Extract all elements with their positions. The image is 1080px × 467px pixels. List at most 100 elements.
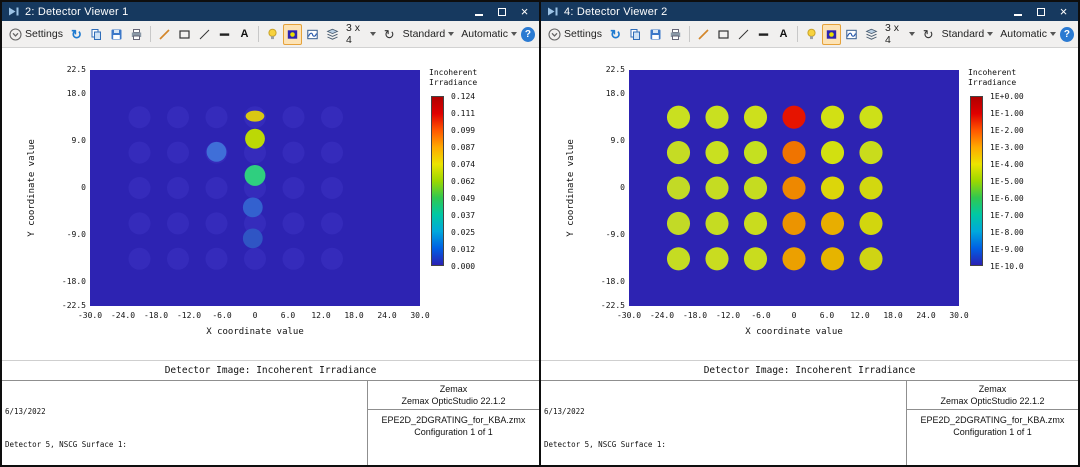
detector-info: 6/13/2022 Detector 5, NSCG Surface 1: Si… xyxy=(2,381,367,465)
print-button[interactable] xyxy=(666,24,685,45)
detector-spot xyxy=(744,176,767,199)
y-tick: 22.5 xyxy=(581,65,625,74)
grid-size-dropdown[interactable]: 3 x 4 xyxy=(882,24,918,45)
x-axis-label: X coordinate value xyxy=(745,327,843,337)
detector-spot xyxy=(744,106,767,129)
layers-icon xyxy=(326,28,339,41)
cross-section-toggle[interactable] xyxy=(842,24,861,45)
colorbar-label: 0.087 xyxy=(451,143,475,152)
footer: 6/13/2022 Detector 5, NSCG Surface 1: Si… xyxy=(2,381,539,465)
draw-text-tool[interactable]: A xyxy=(235,24,254,45)
colorbar-title-line2: Irradiance xyxy=(429,78,477,88)
x-tick: -30.0 xyxy=(617,311,641,320)
detector-spot xyxy=(321,177,343,199)
grid-size-label: 3 x 4 xyxy=(885,22,906,46)
layers-button[interactable] xyxy=(323,24,342,45)
zoom-dropdown[interactable]: Automatic xyxy=(997,24,1059,45)
minimize-button[interactable] xyxy=(1008,4,1027,19)
x-tick: 12.0 xyxy=(311,311,330,320)
draw-line-tool[interactable] xyxy=(694,24,713,45)
plot-region: Y coordinate value 22.518.09.00-9.0-18.0… xyxy=(2,48,539,360)
detector-spot xyxy=(667,247,690,270)
rotate-button[interactable]: ↻ xyxy=(380,24,399,45)
print-icon xyxy=(130,28,143,41)
colorbar-label: 1E-7.00 xyxy=(990,211,1024,220)
diagonal-line-icon xyxy=(198,28,211,41)
plot-caption: Detector Image: Incoherent Irradiance xyxy=(541,360,1078,381)
scale-dropdown[interactable]: Standard xyxy=(400,24,458,45)
close-button[interactable]: × xyxy=(515,4,534,19)
colorbar-label: 0.074 xyxy=(451,160,475,169)
window-titlebar[interactable]: 2: Detector Viewer 1 × xyxy=(2,2,539,21)
draw-dash-tool[interactable] xyxy=(754,24,773,45)
save-button[interactable] xyxy=(646,24,665,45)
detector-image[interactable] xyxy=(90,70,420,306)
colorbar-label: 0.111 xyxy=(451,109,475,118)
false-color-icon xyxy=(825,28,838,41)
restore-button[interactable] xyxy=(1031,4,1050,19)
copy-button[interactable] xyxy=(87,24,106,45)
colorbar-title-line1: Incoherent xyxy=(429,68,477,78)
print-icon xyxy=(669,28,682,41)
colorbar-title-line2: Irradiance xyxy=(968,78,1016,88)
close-button[interactable]: × xyxy=(1054,4,1073,19)
footer-detector-line: Detector 5, NSCG Surface 1: xyxy=(5,439,364,450)
toolbar-separator xyxy=(258,26,259,42)
text-tool-icon: A xyxy=(779,28,787,40)
y-tick: 9.0 xyxy=(42,136,86,145)
cross-section-toggle[interactable] xyxy=(303,24,322,45)
detector-spot xyxy=(782,106,805,129)
colorbar-label: 1E-5.00 xyxy=(990,177,1024,186)
detector-spot xyxy=(243,228,263,248)
x-tick: 24.0 xyxy=(377,311,396,320)
x-tick: 30.0 xyxy=(410,311,429,320)
thick-dash-icon xyxy=(757,28,770,41)
copy-button[interactable] xyxy=(626,24,645,45)
false-color-toggle[interactable] xyxy=(822,24,841,45)
zoom-dropdown[interactable]: Automatic xyxy=(458,24,520,45)
draw-rectangle-tool[interactable] xyxy=(175,24,194,45)
save-button[interactable] xyxy=(107,24,126,45)
zoom-label: Automatic xyxy=(461,28,508,40)
settings-dropdown[interactable]: Settings xyxy=(6,24,66,45)
print-button[interactable] xyxy=(127,24,146,45)
detector-spot xyxy=(283,177,305,199)
update-button[interactable]: ↻ xyxy=(67,24,86,45)
grid-size-dropdown[interactable]: 3 x 4 xyxy=(343,24,379,45)
draw-diagonal-tool[interactable] xyxy=(195,24,214,45)
caret-down-icon xyxy=(909,32,915,36)
lamp-toggle[interactable] xyxy=(263,24,282,45)
colorbar-label: 1E-4.00 xyxy=(990,160,1024,169)
settings-label: Settings xyxy=(564,28,602,40)
update-button[interactable]: ↻ xyxy=(606,24,625,45)
x-tick: 6.0 xyxy=(281,311,295,320)
false-color-toggle[interactable] xyxy=(283,24,302,45)
detector-image[interactable] xyxy=(629,70,959,306)
detector-spot xyxy=(859,141,882,164)
draw-rectangle-tool[interactable] xyxy=(714,24,733,45)
detector-image-canvas xyxy=(629,70,959,306)
window-title: 2: Detector Viewer 1 xyxy=(25,6,128,18)
draw-dash-tool[interactable] xyxy=(215,24,234,45)
draw-diagonal-tool[interactable] xyxy=(734,24,753,45)
window-titlebar[interactable]: 4: Detector Viewer 2 × xyxy=(541,2,1078,21)
settings-dropdown[interactable]: Settings xyxy=(545,24,605,45)
scale-label: Standard xyxy=(403,28,446,40)
draw-text-tool[interactable]: A xyxy=(774,24,793,45)
brand-name: Zemax xyxy=(368,383,539,395)
scale-dropdown[interactable]: Standard xyxy=(939,24,997,45)
layers-button[interactable] xyxy=(862,24,881,45)
y-tick: 9.0 xyxy=(581,136,625,145)
detector-spot xyxy=(129,248,151,270)
detector-spot xyxy=(321,142,343,164)
help-button[interactable]: ? xyxy=(521,27,535,42)
y-tick: -22.5 xyxy=(581,301,625,310)
minimize-button[interactable] xyxy=(469,4,488,19)
detector-viewer-window: 4: Detector Viewer 2 × Settings ↻ xyxy=(541,2,1078,465)
rotate-button[interactable]: ↻ xyxy=(919,24,938,45)
draw-line-tool[interactable] xyxy=(155,24,174,45)
colorbar-label: 1E-6.00 xyxy=(990,194,1024,203)
lamp-toggle[interactable] xyxy=(802,24,821,45)
restore-button[interactable] xyxy=(492,4,511,19)
help-button[interactable]: ? xyxy=(1060,27,1074,42)
